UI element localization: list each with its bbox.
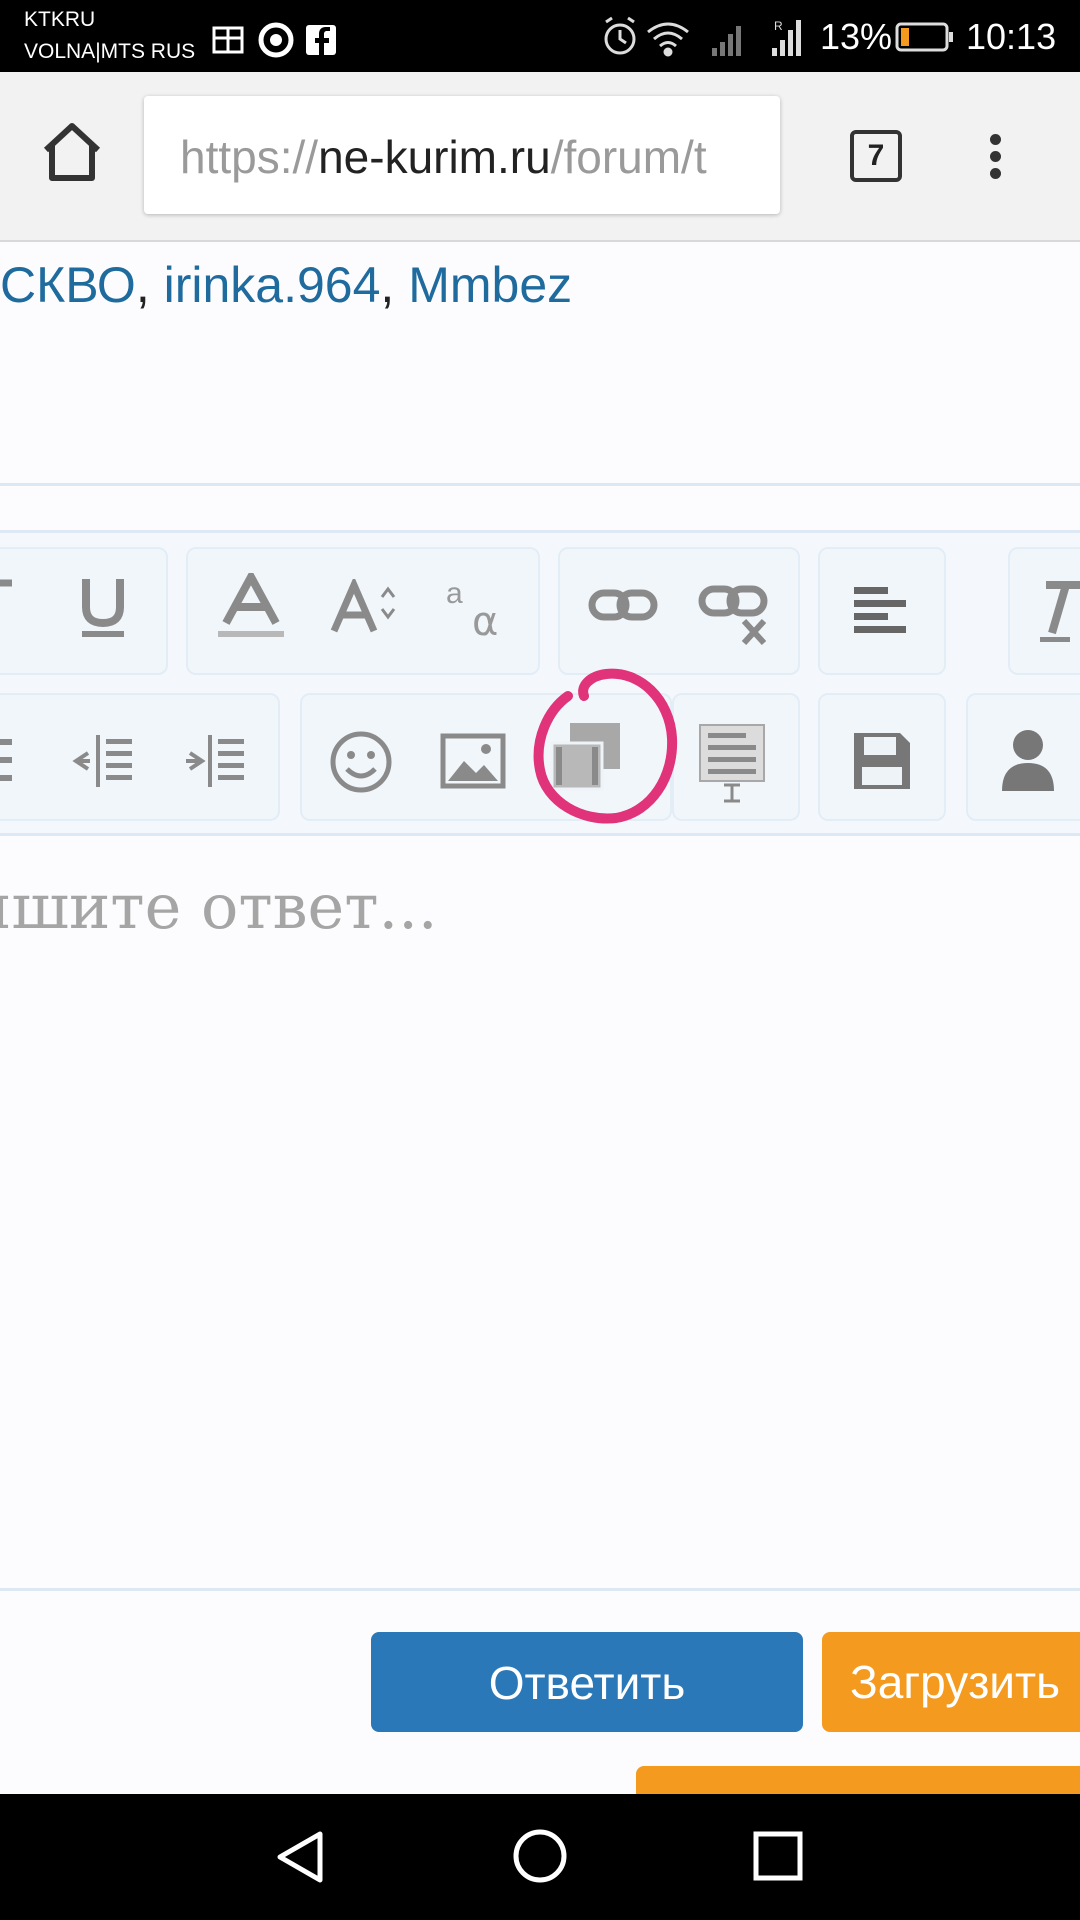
browser-menu-icon[interactable] [980, 128, 1010, 188]
user-icon[interactable] [998, 727, 1058, 793]
more-options-button[interactable] [636, 1766, 1080, 1796]
liker-link[interactable]: Mmbez [408, 257, 572, 313]
gift-icon [212, 26, 244, 54]
signal-roaming-icon: R [772, 19, 801, 56]
link-icon[interactable] [588, 581, 658, 631]
liker-separator: , [135, 257, 164, 313]
back-icon[interactable] [272, 1828, 328, 1886]
remove-format-icon[interactable] [1036, 577, 1080, 647]
highlight-circle [533, 668, 678, 824]
unlink-icon[interactable] [698, 577, 774, 649]
liker-link[interactable]: irinka.964 [164, 257, 381, 313]
recents-icon[interactable] [752, 1830, 804, 1882]
home-icon[interactable] [38, 118, 106, 186]
save-draft-icon[interactable] [850, 729, 914, 793]
smiley-icon[interactable] [328, 729, 394, 795]
status-bar: KTKRU VOLNA|MTS RUS R 13% 10:13 [0, 0, 1080, 72]
upload-button[interactable]: Загрузить [822, 1632, 1080, 1732]
align-icon[interactable] [850, 583, 910, 639]
svg-text:α: α [472, 599, 498, 643]
battery-icon [895, 22, 953, 52]
font-size-icon[interactable] [330, 579, 396, 639]
signal-icon [712, 26, 741, 56]
text-template-icon[interactable] [698, 723, 766, 805]
underline-icon[interactable] [78, 573, 128, 643]
likers-list: СКВО, irinka.964, Mmbez [0, 256, 572, 314]
url-path: /forum/t [550, 131, 707, 183]
font-color-icon[interactable] [216, 573, 286, 643]
alarm-icon [604, 16, 636, 55]
address-bar[interactable]: https://ne-kurim.ru/forum/t [144, 96, 780, 214]
wifi-icon [647, 22, 689, 57]
svg-text:a: a [446, 577, 463, 610]
editor-top-border [0, 483, 1080, 486]
browser-toolbar: https://ne-kurim.ru/forum/t 7 [0, 72, 1080, 242]
url-scheme: https:// [180, 131, 319, 183]
font-family-icon[interactable]: a α [442, 573, 512, 643]
home-nav-icon[interactable] [512, 1828, 568, 1884]
carrier-name-2: VOLNA|MTS RUS [24, 40, 196, 63]
liker-separator: , [380, 257, 409, 313]
carrier-name-1: KTKRU [24, 8, 96, 31]
reply-editor-placeholder[interactable]: ишите ответ... [0, 870, 438, 943]
battery-percent: 13% [820, 16, 893, 57]
reply-button[interactable]: Ответить [371, 1632, 803, 1732]
italic-icon[interactable] [0, 573, 30, 643]
svg-text:R: R [774, 19, 783, 33]
url-domain: ne-kurim.ru [318, 131, 551, 183]
indent-icon[interactable] [184, 733, 246, 789]
android-nav-bar [0, 1794, 1080, 1920]
image-icon[interactable] [440, 731, 506, 791]
system-status-icons: R [604, 16, 801, 57]
editor-bottom-border [0, 1588, 1080, 1591]
liker-link[interactable]: СКВО [0, 257, 136, 313]
list-icon[interactable] [0, 733, 18, 789]
clock: 10:13 [966, 16, 1057, 57]
tab-switcher-button[interactable]: 7 [850, 130, 902, 182]
url-text: https://ne-kurim.ru/forum/t [180, 130, 707, 184]
facebook-icon [306, 25, 336, 55]
outdent-icon[interactable] [72, 733, 134, 789]
chrome-icon [258, 22, 294, 58]
notification-icons [212, 22, 336, 58]
